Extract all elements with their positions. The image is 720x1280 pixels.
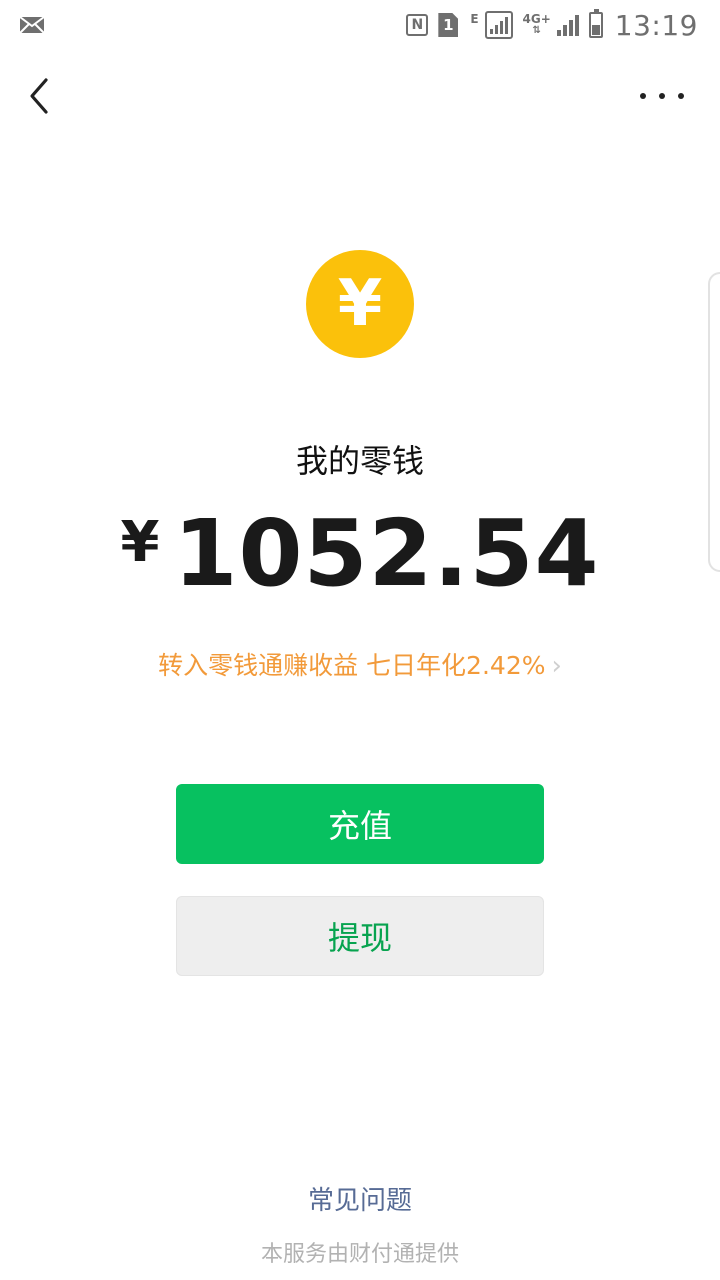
- provider-note: 本服务由财付通提供: [260, 1242, 459, 1267]
- balance-display: ¥1052.54: [0, 500, 720, 607]
- back-chevron-icon[interactable]: [22, 74, 62, 118]
- chevron-right-icon: ›: [551, 651, 562, 681]
- page-title: 我的零钱: [295, 442, 424, 480]
- topup-button[interactable]: 充值: [176, 784, 544, 864]
- battery-icon: [588, 9, 603, 38]
- status-time: 13:19: [614, 8, 698, 42]
- signal-strength-icon: [484, 11, 513, 39]
- sim-card-icon: 1: [438, 13, 459, 37]
- cellular-signal-icon: [556, 15, 579, 36]
- withdraw-button[interactable]: 提现: [176, 896, 544, 976]
- status-bar: N 1 E 4G+ ⇅ 13:19: [0, 0, 720, 50]
- mail-notification-icon: [19, 16, 45, 34]
- nfc-icon: N: [406, 14, 429, 36]
- network-type-4g: 4G+ ⇅: [522, 12, 551, 36]
- network-type-e: E: [470, 12, 479, 26]
- more-options-icon[interactable]: [640, 84, 684, 108]
- wealth-promo-link[interactable]: 转入零钱通赚收益 七日年化2.42% ›: [0, 646, 720, 682]
- faq-link[interactable]: 常见问题: [0, 1180, 720, 1217]
- yuan-coin-icon: ¥: [306, 250, 414, 358]
- wallet-balance-screen: N 1 E 4G+ ⇅ 13:19 ¥ 我的零钱 ¥ 1052.54 转入零钱通…: [0, 0, 720, 1280]
- balance-amount: 1052.54: [173, 500, 600, 607]
- promo-text: 转入零钱通赚收益 七日年化2.42%: [158, 651, 546, 680]
- currency-symbol: ¥: [120, 510, 160, 575]
